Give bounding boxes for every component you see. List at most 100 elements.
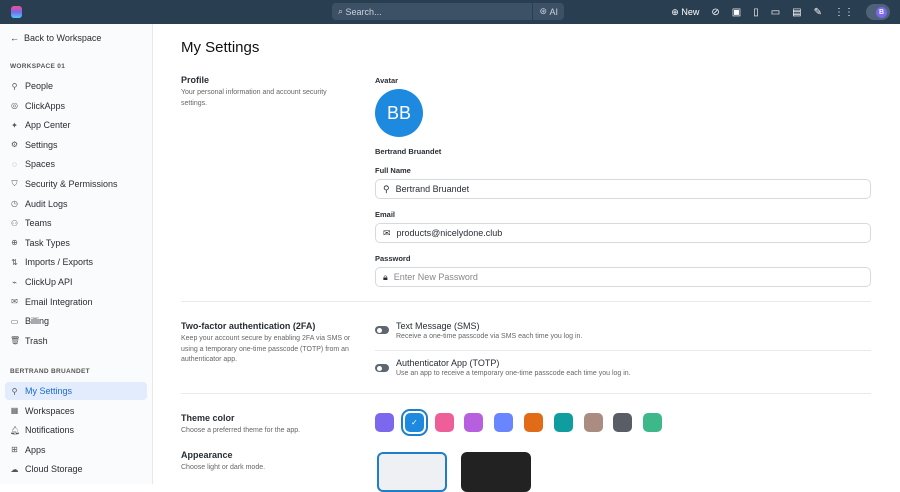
- sidebar-item-label: Workspaces: [25, 405, 75, 416]
- profile-desc: Your personal information and account se…: [181, 89, 327, 107]
- sidebar-item-clickapps[interactable]: ◎ ClickApps: [5, 97, 147, 115]
- sidebar-item-workspaces[interactable]: ▦ Workspaces: [5, 402, 147, 420]
- sidebar-item-label: People: [25, 81, 54, 91]
- video-icon[interactable]: ▭: [771, 7, 780, 18]
- dark-mode-option[interactable]: [461, 452, 531, 492]
- sidebar-item-label: Apps: [25, 444, 46, 455]
- sidebar-item-label: Imports / Exports: [25, 257, 94, 268]
- sidebar-item-imports-exports[interactable]: ⇅ Imports / Exports: [5, 253, 147, 271]
- gear-icon: ⚙: [10, 140, 19, 150]
- ai-button[interactable]: ⊛ AI: [532, 3, 564, 20]
- check-icon[interactable]: ⊘: [711, 7, 719, 18]
- theme-color-swatch[interactable]: [553, 413, 573, 432]
- sms-toggle[interactable]: [375, 326, 389, 334]
- password-label: Password: [375, 254, 411, 263]
- lock-icon: 🔒︎: [383, 271, 388, 282]
- theme-color-swatch[interactable]: [434, 413, 454, 432]
- theme-color-swatch[interactable]: [494, 413, 514, 432]
- email-icon: ✉: [11, 297, 18, 307]
- sidebar-item-notifications[interactable]: 🔔︎ Notifications: [5, 421, 147, 439]
- user-heading: BERTRAND BRUANDET: [10, 368, 90, 375]
- search-bar[interactable]: ⌕ Search... ⊛ AI: [332, 3, 564, 20]
- sidebar-item-label: Notifications: [25, 425, 75, 436]
- totp-toggle[interactable]: [375, 364, 389, 372]
- sidebar-item-label: App Center: [25, 120, 71, 131]
- back-label: Back to Workspace: [24, 33, 102, 43]
- sidebar-item-label: Cloud Storage: [25, 464, 83, 475]
- audit-icon: ◷: [11, 199, 18, 209]
- sidebar-item-label: My Settings: [25, 386, 73, 396]
- full-name-input[interactable]: ⚲ Bertrand Bruandet: [375, 179, 871, 199]
- task-types-icon: ⊕: [11, 238, 18, 248]
- email-input[interactable]: ✉ products@nicelydone.club: [375, 223, 871, 243]
- new-button[interactable]: ⊕ New: [671, 7, 699, 18]
- twofa-desc: Keep your account secure by enabling 2FA…: [181, 335, 351, 363]
- password-placeholder: Enter New Password: [393, 272, 478, 282]
- divider: [181, 393, 871, 394]
- theme-color-swatch[interactable]: [613, 413, 633, 432]
- sidebar-item-audit-logs[interactable]: ◷ Audit Logs: [5, 195, 147, 213]
- trash-icon: 🗑︎: [10, 336, 21, 346]
- avatar-initial: B: [876, 6, 887, 18]
- sidebar-item-billing[interactable]: ▭ Billing: [5, 312, 147, 330]
- theme-label: Theme color: [181, 413, 235, 423]
- shield-icon: ⛉: [11, 179, 18, 188]
- sidebar-item-apps[interactable]: ⊞ Apps: [5, 441, 147, 459]
- sidebar-item-label: Teams: [25, 218, 52, 229]
- clickapps-icon: ◎: [11, 101, 18, 111]
- edit-icon[interactable]: ✎: [814, 7, 822, 18]
- theme-color-swatch[interactable]: [464, 413, 484, 432]
- theme-color-swatch[interactable]: ✓: [400, 409, 428, 436]
- sidebar-item-cloud-storage[interactable]: ☁ Cloud Storage: [5, 460, 147, 478]
- sidebar-item-task-types[interactable]: ⊕ Task Types: [5, 234, 147, 252]
- sidebar-item-label: Task Types: [25, 237, 70, 248]
- profile-label: Profile: [181, 75, 210, 85]
- billing-icon: ▭: [10, 316, 19, 326]
- sidebar-item-spaces[interactable]: ◌ Spaces: [5, 155, 147, 173]
- spaces-icon: ◌: [12, 159, 17, 169]
- ai-label: AI: [549, 6, 558, 17]
- sidebar-item-teams[interactable]: ⚇ Teams: [5, 214, 147, 232]
- doc-icon[interactable]: ▤: [792, 7, 801, 18]
- profile-name: Bertrand Bruandet: [375, 147, 442, 156]
- totp-desc: Use an app to receive a temporary one-ti…: [396, 370, 631, 377]
- person-icon: ⚲: [11, 81, 18, 91]
- sidebar-item-email-integration[interactable]: ✉ Email Integration: [5, 293, 147, 311]
- search-placeholder: Search...: [345, 6, 382, 17]
- sidebar-item-people[interactable]: ⚲ People: [5, 77, 147, 95]
- top-bar: ⌕ Search... ⊛ AI ⊕ New ⊘ ▣ ▯ ▭ ▤ ✎ ⋮⋮ B: [0, 0, 900, 24]
- full-name-value: Bertrand Bruandet: [395, 184, 470, 194]
- sms-title: Text Message (SMS): [396, 321, 480, 331]
- sidebar-item-settings[interactable]: ⚙ Settings: [5, 136, 147, 154]
- person-icon: ⚲: [383, 183, 390, 194]
- theme-color-swatch[interactable]: [375, 413, 394, 432]
- sidebar-item-my-settings[interactable]: ⚲ My Settings: [5, 382, 147, 400]
- clipboard-icon[interactable]: ▯: [753, 7, 759, 18]
- mail-icon: ✉: [383, 227, 391, 238]
- sms-desc: Receive a one-time passcode via SMS each…: [396, 333, 583, 340]
- profile-avatar[interactable]: BB: [375, 89, 423, 137]
- app-center-icon: ✦: [11, 120, 18, 130]
- sidebar-item-label: Trash: [25, 335, 48, 346]
- sidebar-item-label: Billing: [25, 316, 50, 327]
- divider: [181, 301, 871, 302]
- sidebar-item-clickup-api[interactable]: ⌁ ClickUp API: [5, 273, 147, 291]
- clickup-logo[interactable]: [11, 6, 22, 18]
- light-mode-option[interactable]: [377, 452, 447, 492]
- grid-icon[interactable]: ⋮⋮: [834, 7, 854, 18]
- sidebar-item-app-center[interactable]: ✦ App Center: [5, 116, 147, 134]
- calendar-icon[interactable]: ▣: [732, 7, 741, 18]
- theme-color-swatch[interactable]: [524, 413, 543, 432]
- apps-icon: ⊞: [11, 445, 18, 455]
- theme-color-swatch[interactable]: [583, 413, 603, 432]
- sidebar-item-security-permissions[interactable]: ⛉ Security & Permissions: [5, 175, 147, 193]
- back-to-workspace[interactable]: ← Back to Workspace: [10, 33, 101, 43]
- password-input[interactable]: 🔒︎ Enter New Password: [375, 267, 871, 287]
- sidebar-item-label: Email Integration: [25, 296, 93, 307]
- theme-color-swatch[interactable]: [643, 413, 663, 432]
- sidebar-item-trash[interactable]: 🗑︎ Trash: [5, 332, 147, 350]
- avatar-label: Avatar: [375, 76, 399, 85]
- user-avatar[interactable]: B: [866, 4, 890, 20]
- sidebar-item-label: Audit Logs: [25, 198, 68, 209]
- sidebar-item-label: ClickApps: [25, 100, 66, 111]
